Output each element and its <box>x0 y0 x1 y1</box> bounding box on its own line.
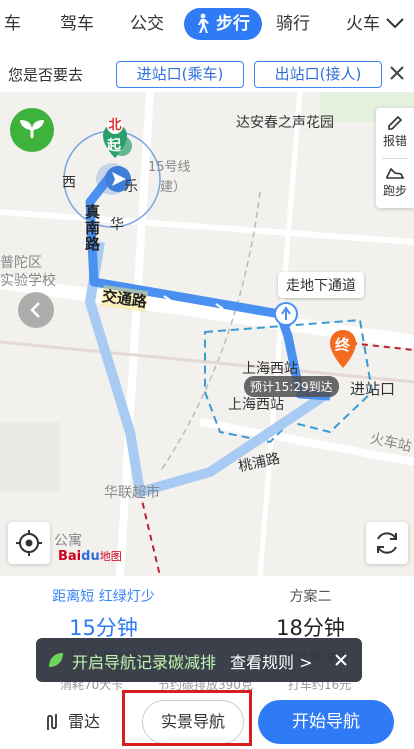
suggestion-prompt: 您是否要去 <box>8 66 84 84</box>
walking-person-icon <box>198 13 209 33</box>
view-rules-link[interactable]: 查看规则 > <box>230 649 313 673</box>
refresh-route-button[interactable] <box>366 522 408 564</box>
low-carbon-button[interactable] <box>10 108 54 152</box>
map-label-xizhan-2: 上海西站 <box>228 397 284 413</box>
start-navigation-button[interactable]: 开始导航 <box>258 700 394 744</box>
plan-tag: 方案二 <box>289 589 332 605</box>
collapse-left-button[interactable] <box>18 292 54 328</box>
map-label-hu-road: 华 <box>110 217 124 233</box>
end-marker[interactable]: 终 <box>328 328 358 372</box>
logo-du: du <box>81 549 100 564</box>
map-label-apartment: 公寓 <box>54 533 82 549</box>
close-icon[interactable] <box>332 651 350 669</box>
locate-me-button[interactable] <box>8 522 50 564</box>
mode-tab-train[interactable]: 火车 <box>346 8 380 40</box>
map-label-supermarket: 华联超市 <box>104 485 160 501</box>
map-label-xizhan-1: 上海西站 <box>242 361 298 377</box>
run-mode-label: 跑步 <box>382 184 407 198</box>
sprout-icon <box>20 120 44 138</box>
map-view[interactable]: 北 起 终 达安春之声花园 15号线 建） 普陀区 实验学校 西 乐 华 真南路… <box>0 92 414 576</box>
end-marker-label: 终 <box>335 336 351 354</box>
exit-option-button[interactable]: 出站口(接人) <box>254 61 382 88</box>
map-label-le-road: 乐 <box>124 179 138 195</box>
report-error-label: 报错 <box>382 134 407 148</box>
map-side-panel: 报错 跑步 <box>376 108 414 208</box>
edit-icon <box>388 115 403 130</box>
mode-tab-bike[interactable]: 骑行 <box>276 8 310 40</box>
map-label-school-1: 普陀区 <box>0 255 42 271</box>
chevron-down-icon[interactable] <box>382 10 408 36</box>
mode-tab-label: 车 <box>4 14 21 34</box>
baidu-map-logo: Baidu地图 <box>58 548 122 564</box>
refresh-icon <box>377 532 397 554</box>
mode-tab-label: 火车 <box>346 14 380 34</box>
toast-message: 开启导航记录碳减排 <box>72 653 217 672</box>
map-label-zhennan-road: 真南路 <box>83 204 101 252</box>
map-label-entrance: 进站口 <box>350 380 396 398</box>
eta-bubble: 预计15:29到达 <box>244 376 339 397</box>
close-icon[interactable] <box>386 62 408 84</box>
mode-tab-walk[interactable]: 步行 <box>184 8 262 40</box>
radar-icon <box>47 714 57 730</box>
logo-text: Bai <box>58 549 82 564</box>
start-marker-label: 起 <box>107 138 121 154</box>
map-label-line15: 15号线 <box>148 160 191 175</box>
leaf-icon <box>49 653 63 667</box>
start-marker-north-label: 北 <box>107 118 123 134</box>
mode-tab-bus[interactable]: 公交 <box>130 8 164 40</box>
destination-suggestion-bar: 您是否要去 进站口(乘车) 出站口(接人) <box>0 56 414 92</box>
mode-tab-label: 步行 <box>216 14 250 34</box>
mode-tab-label: 公交 <box>130 14 164 34</box>
map-label-line15-sub: 建） <box>160 180 187 195</box>
chevron-left-icon <box>30 302 40 318</box>
map-label-school-2: 实验学校 <box>0 273 56 289</box>
crosshair-icon <box>16 530 42 556</box>
map-label-garden: 达安春之声花园 <box>236 115 334 131</box>
plan-tag: 距离短 红绿灯少 <box>52 589 155 605</box>
mode-tab-taxi[interactable]: 车 <box>4 8 21 40</box>
underground-tip-bubble: 走地下通道 <box>278 272 364 298</box>
mode-tab-label: 驾车 <box>60 14 94 34</box>
transport-mode-bar: 车 驾车 公交 步行 骑行 火车 <box>0 0 414 48</box>
carbon-toast: 开启导航记录碳减排 查看规则 > <box>36 638 362 682</box>
highlight-frame <box>122 690 252 746</box>
mode-tab-label: 骑行 <box>276 14 310 34</box>
shoe-icon <box>386 167 405 179</box>
run-mode-button[interactable]: 跑步 <box>376 164 414 199</box>
radar-button[interactable]: 雷达 <box>44 700 100 744</box>
entrance-option-button[interactable]: 进站口(乘车) <box>116 61 244 88</box>
map-label-west-road: 西 <box>62 175 76 191</box>
logo-sub: 地图 <box>99 550 122 563</box>
radar-label: 雷达 <box>68 712 101 731</box>
side-panel-divider <box>382 158 408 159</box>
mode-tab-drive[interactable]: 驾车 <box>60 8 94 40</box>
report-error-button[interactable]: 报错 <box>376 114 414 149</box>
start-marker[interactable]: 北 起 <box>102 118 128 166</box>
